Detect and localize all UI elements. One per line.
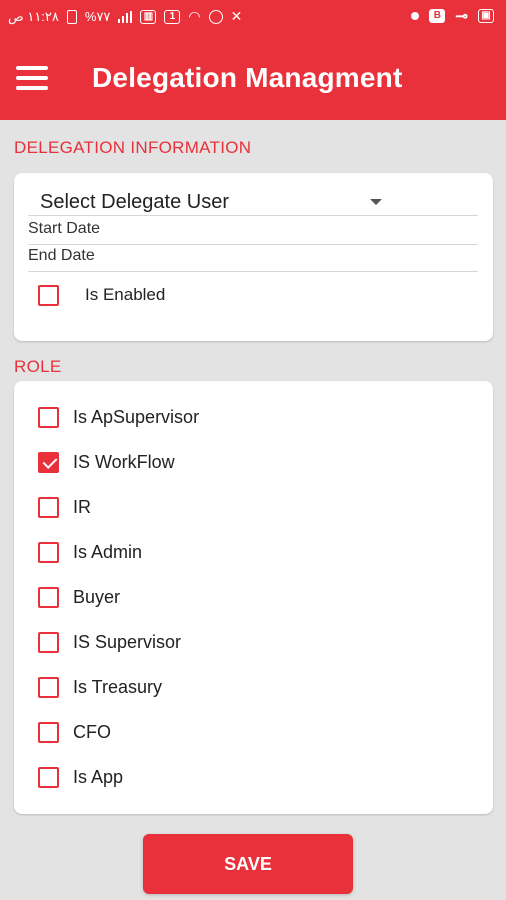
status-bar-left: ١١:٢٨ ص %٧٧ ▥ 1 ◠ ✕ (8, 8, 242, 25)
role-checkbox[interactable] (38, 496, 59, 518)
role-label: IR (73, 496, 91, 517)
role-checkbox-checked[interactable] (38, 451, 59, 473)
image-icon: ▣ (478, 9, 494, 23)
role-checkbox[interactable] (38, 541, 59, 563)
role-checkbox[interactable] (38, 586, 59, 608)
role-label: IS WorkFlow (73, 451, 175, 472)
status-bar: ١١:٢٨ ص %٧٧ ▥ 1 ◠ ✕ B ⊸ ▣ (0, 0, 506, 34)
alarm-icon (208, 9, 223, 24)
role-label: Is App (73, 766, 124, 787)
end-date-placeholder: End Date (28, 247, 95, 264)
delegation-card: Select Delegate User Start Date End Date… (14, 173, 493, 341)
role-row-ir[interactable]: IR (38, 494, 91, 520)
end-date-field[interactable]: End Date (28, 245, 478, 272)
role-row-buyer[interactable]: Buyer (38, 584, 120, 610)
is-enabled-checkbox[interactable] (38, 284, 59, 306)
role-label: Is Treasury (73, 676, 163, 697)
role-row-is-supervisor[interactable]: IS Supervisor (38, 629, 181, 655)
key-icon: ⊸ (455, 8, 468, 25)
role-row-cfo[interactable]: CFO (38, 719, 111, 745)
role-checkbox[interactable] (38, 721, 59, 743)
end-date-underline (28, 271, 478, 272)
is-enabled-row[interactable]: Is Enabled (38, 282, 165, 308)
status-time: ١١:٢٨ ص (8, 8, 59, 24)
page-title: Delegation Managment (92, 62, 403, 93)
is-enabled-label: Is Enabled (85, 285, 166, 304)
role-row-is-workflow[interactable]: IS WorkFlow (38, 449, 175, 475)
dropdown-underline (28, 215, 478, 216)
start-date-placeholder: Start Date (28, 220, 101, 237)
delegate-user-selected: Select Delegate User (40, 191, 229, 213)
dot-icon (411, 12, 420, 20)
start-date-field[interactable]: Start Date (28, 218, 478, 245)
delegate-user-dropdown[interactable]: Select Delegate User (40, 191, 478, 215)
section-title-role: ROLE (14, 357, 62, 374)
save-button[interactable]: SAVE (143, 834, 353, 894)
sim2-icon: 1 (164, 9, 181, 24)
role-checkbox[interactable] (38, 766, 59, 788)
role-label: Is Admin (73, 541, 143, 562)
role-row-is-app[interactable]: Is App (38, 764, 123, 790)
hamburger-menu-icon[interactable] (16, 66, 48, 90)
battery-icon (66, 9, 77, 24)
app-bar: Delegation Managment (0, 34, 506, 120)
role-row-is-admin[interactable]: Is Admin (38, 539, 142, 565)
wifi-icon: ◠ (188, 8, 201, 24)
sim-icon: ▥ (140, 9, 157, 24)
role-label: IS Supervisor (73, 631, 182, 652)
b-icon: B (429, 9, 446, 23)
role-checkbox[interactable] (38, 631, 59, 653)
role-row-is-apsupervisor[interactable]: Is ApSupervisor (38, 404, 199, 430)
battery-percent: %٧٧ (84, 8, 111, 24)
role-label: Is ApSupervisor (73, 406, 200, 427)
role-card: Is ApSupervisor IS WorkFlow IR Is Admin … (14, 381, 493, 814)
role-row-is-treasury[interactable]: Is Treasury (38, 674, 162, 700)
status-bar-right: B ⊸ ▣ (411, 7, 494, 25)
signal-icon (118, 10, 133, 23)
role-checkbox[interactable] (38, 406, 59, 428)
mute-icon: ✕ (230, 8, 243, 24)
role-checkbox[interactable] (38, 676, 59, 698)
section-title-delegation: DELEGATION INFORMATION (14, 138, 252, 157)
role-label: CFO (73, 721, 111, 742)
role-label: Buyer (73, 586, 121, 607)
dropdown-arrow-icon (370, 199, 382, 205)
